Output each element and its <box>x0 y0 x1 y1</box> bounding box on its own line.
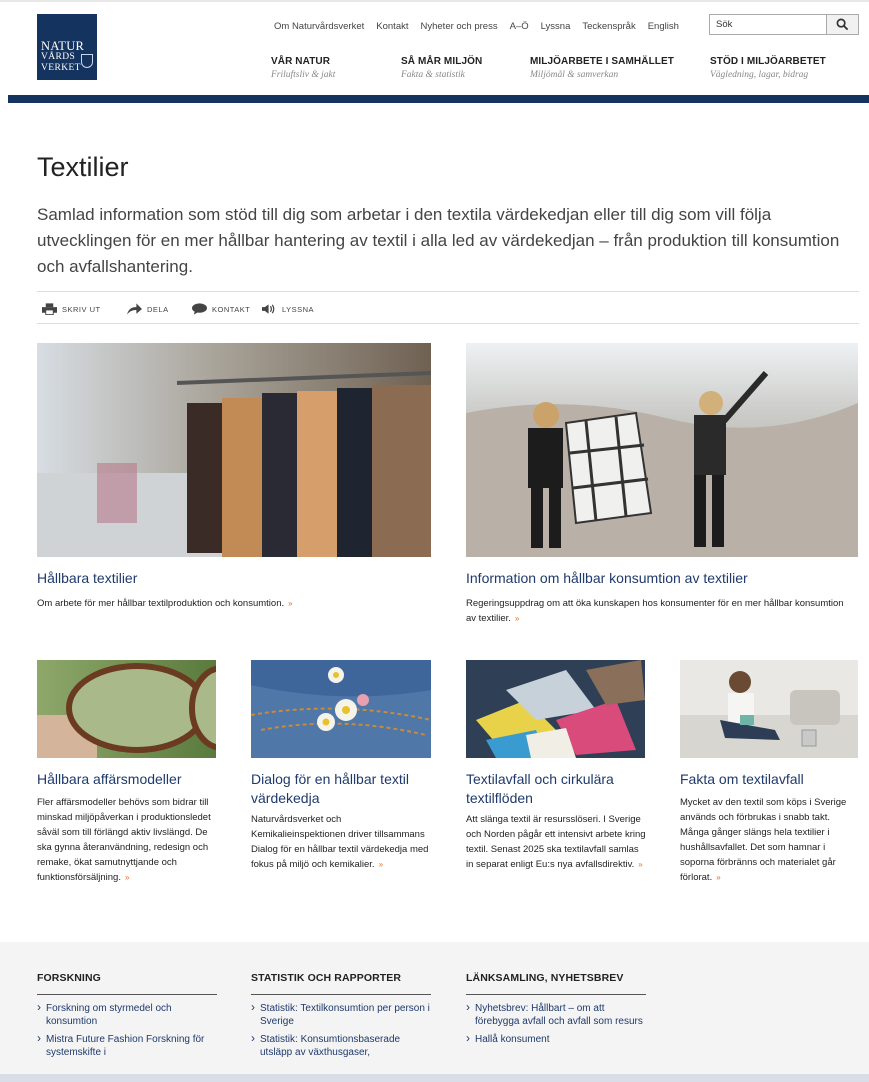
top-rule <box>0 0 869 2</box>
util-link-sign-language[interactable]: Teckenspråk <box>582 21 635 32</box>
footer-link[interactable]: Mistra Future Fashion Forskning för syst… <box>37 1032 217 1059</box>
footer-heading: LÄNKSAMLING, NYHETSBREV <box>466 942 646 995</box>
nav-item-subtitle: Fakta & statistik <box>401 70 465 80</box>
card-title-fakta-textilavfall[interactable]: Fakta om textilavfall <box>680 770 865 789</box>
read-more-icon[interactable]: » <box>288 599 292 608</box>
card-desc: Mycket av den textil som köps i Sverige … <box>680 795 860 885</box>
nav-item-title: MILJÖARBETE I SAMHÄLLET <box>530 56 674 67</box>
card-desc: Regeringsuppdrag om att öka kunskapen ho… <box>466 596 846 626</box>
nav-item-subtitle: Vägledning, lagar, bidrag <box>710 70 809 80</box>
nav-item-var-natur[interactable]: VÅR NATUR Friluftsliv & jakt <box>271 56 335 80</box>
card-image-woman-sofa[interactable] <box>680 660 858 758</box>
footer-heading: STATISTIK OCH RAPPORTER <box>251 942 431 995</box>
search-icon <box>836 18 849 31</box>
printer-icon <box>42 303 57 315</box>
util-link-contact[interactable]: Kontakt <box>376 21 408 32</box>
speech-bubble-icon <box>192 303 207 315</box>
contact-button[interactable]: KONTAKT <box>192 303 250 315</box>
card-desc: Att slänga textil är resursslöseri. I Sv… <box>466 812 646 872</box>
card-desc-text: Regeringsuppdrag om att öka kunskapen ho… <box>466 598 844 624</box>
card-image-jeans-flowers[interactable] <box>251 660 431 758</box>
nav-bar-stripe <box>8 95 869 103</box>
nav-item-sa-mar-miljon[interactable]: SÅ MÅR MILJÖN Fakta & statistik <box>401 56 482 80</box>
footer-link[interactable]: Forskning om styrmedel och konsumtion <box>37 1001 217 1028</box>
card-desc-text: Fler affärsmodeller behövs som bidrar ti… <box>37 797 211 883</box>
util-link-listen[interactable]: Lyssna <box>541 21 571 32</box>
card-desc: Om arbete för mer hållbar textilprodukti… <box>37 596 431 611</box>
card-desc-text: Naturvårdsverket och Kemikalieinspektion… <box>251 814 429 870</box>
util-link-english[interactable]: English <box>648 21 679 32</box>
util-link-a-o[interactable]: A–Ö <box>510 21 529 32</box>
card-title-affarsmodeller[interactable]: Hållbara affärsmodeller <box>37 770 222 789</box>
print-button[interactable]: SKRIV UT <box>42 303 101 315</box>
footer: FORSKNING Forskning om styrmedel och kon… <box>0 942 869 1082</box>
nav-item-title: SÅ MÅR MILJÖN <box>401 56 483 67</box>
card-desc: Fler affärsmodeller behövs som bidrar ti… <box>37 795 222 885</box>
footer-heading: FORSKNING <box>37 942 217 995</box>
nav-item-title: STÖD I MILJÖARBETET <box>710 56 826 67</box>
page-intro: Samlad information som stöd till dig som… <box>37 205 840 276</box>
footer-link[interactable]: Statistik: Konsumtionsbaserade utsläpp a… <box>251 1032 431 1059</box>
contact-label: KONTAKT <box>212 304 251 314</box>
utility-nav: Om Naturvårdsverket Kontakt Nyheter och … <box>274 21 691 32</box>
card-image-women-blanket[interactable] <box>466 343 858 557</box>
card-title-hallbara-textilier[interactable]: Hållbara textilier <box>37 569 431 588</box>
page-toolbar: SKRIV UT DELA KONTAKT LYSSNA <box>37 291 859 324</box>
footer-link[interactable]: Nyhetsbrev: Hållbart – om att förebygga … <box>466 1001 646 1028</box>
horizontal-scrollbar[interactable] <box>0 1074 869 1082</box>
read-more-icon[interactable]: » <box>638 860 642 869</box>
card-desc-text: Om arbete för mer hållbar textilprodukti… <box>37 598 285 609</box>
nav-item-subtitle: Miljömål & samverkan <box>530 70 619 80</box>
nav-item-miljoarbete[interactable]: MILJÖARBETE I SAMHÄLLET Miljömål & samve… <box>530 56 674 80</box>
footer-column-forskning: FORSKNING Forskning om styrmedel och kon… <box>37 942 217 1059</box>
site-logo[interactable]: NATUR VÅRDS VERKET <box>37 14 97 80</box>
footer-link[interactable]: Hallå konsument <box>466 1032 646 1046</box>
footer-column-lanksamling: LÄNKSAMLING, NYHETSBREV Nyhetsbrev: Håll… <box>466 942 646 1046</box>
util-link-about[interactable]: Om Naturvårdsverket <box>274 21 364 32</box>
nav-item-stod[interactable]: STÖD I MILJÖARBETET Vägledning, lagar, b… <box>710 56 826 80</box>
card-image-glasses[interactable] <box>37 660 216 758</box>
logo-line-1: NATUR <box>41 39 85 53</box>
read-more-icon[interactable]: » <box>716 873 720 882</box>
card-desc-text: Att slänga textil är resursslöseri. I Sv… <box>466 814 646 870</box>
card-image-textile-pile[interactable] <box>466 660 645 758</box>
listen-label: LYSSNA <box>282 304 315 314</box>
search-input[interactable]: Sök <box>709 14 827 35</box>
card-desc: Naturvårdsverket och Kemikalieinspektion… <box>251 812 431 872</box>
share-arrow-icon <box>127 303 142 315</box>
nav-item-subtitle: Friluftsliv & jakt <box>271 70 336 80</box>
page-title: Textilier <box>37 152 129 182</box>
listen-button[interactable]: LYSSNA <box>262 303 314 315</box>
card-title-textilavfall-cirkulara[interactable]: Textilavfall och cirkulära textilflöden <box>466 770 651 808</box>
util-link-news[interactable]: Nyheter och press <box>421 21 498 32</box>
search-button[interactable] <box>826 14 859 35</box>
share-label: DELA <box>147 304 169 314</box>
read-more-icon[interactable]: » <box>515 614 519 623</box>
share-button[interactable]: DELA <box>127 303 169 315</box>
speaker-icon <box>262 304 275 314</box>
main-nav: VÅR NATUR Friluftsliv & jakt SÅ MÅR MILJ… <box>271 56 869 92</box>
card-desc-text: Mycket av den textil som köps i Sverige … <box>680 797 847 883</box>
footer-column-statistik: STATISTIK OCH RAPPORTER Statistik: Texti… <box>251 942 431 1059</box>
read-more-icon[interactable]: » <box>379 860 383 869</box>
read-more-icon[interactable]: » <box>125 873 129 882</box>
card-title-dialog[interactable]: Dialog för en hållbar textil värdekedja <box>251 770 436 808</box>
card-title-information-konsumtion[interactable]: Information om hållbar konsumtion av tex… <box>466 569 858 588</box>
card-image-clothes-rack[interactable] <box>37 343 431 557</box>
crest-icon <box>81 54 93 68</box>
print-label: SKRIV UT <box>62 304 101 314</box>
footer-link[interactable]: Statistik: Textilkonsumtion per person i… <box>251 1001 431 1028</box>
nav-item-title: VÅR NATUR <box>271 56 331 67</box>
